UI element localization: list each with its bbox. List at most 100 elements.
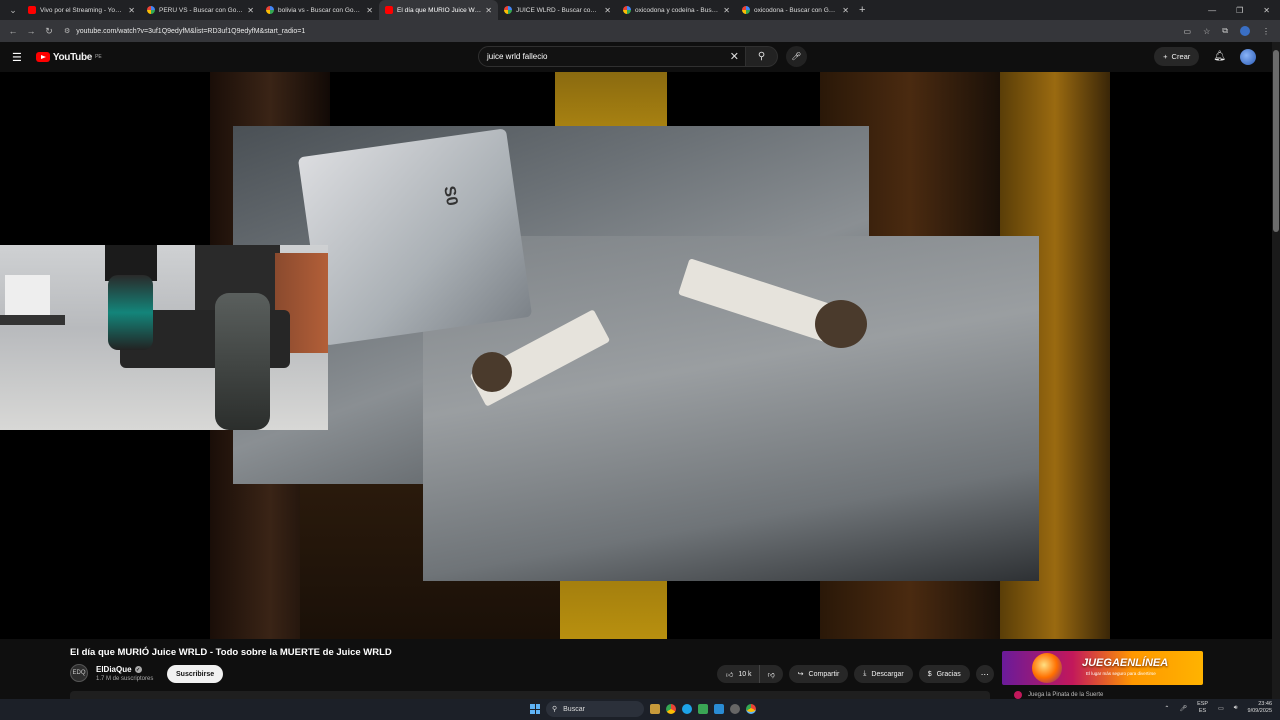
taskbar-center: ⚲ Buscar (530, 701, 756, 717)
create-button[interactable]: + Crear (1154, 47, 1200, 66)
google-icon (147, 6, 155, 14)
new-tab-icon[interactable]: + (859, 4, 865, 16)
close-tab-icon[interactable]: ✕ (485, 6, 492, 15)
voice-search-button[interactable]: 🎤︎ (786, 46, 807, 67)
account-avatar[interactable] (1240, 48, 1256, 65)
url-field[interactable]: ⚙ youtube.com/watch?v=3uf1Q9edyfM&list=R… (64, 27, 306, 36)
webcam-overlay (0, 245, 328, 430)
ad-orb-graphic (1032, 653, 1062, 683)
file-explorer-icon[interactable] (650, 704, 660, 714)
verified-check-icon: ✓ (134, 666, 142, 673)
chrome-icon[interactable] (666, 704, 676, 714)
clock[interactable]: 23:46 9/09/2025 (1248, 701, 1272, 715)
webcam-cabinet (5, 275, 50, 315)
notifications-bell-icon[interactable]: 🔔︎ (1213, 51, 1226, 62)
reload-icon[interactable]: ↻ (40, 26, 58, 37)
browser-tab-strip: ⌄ Vivo por el Streaming - YouTube ✕ PERU… (0, 0, 1280, 20)
thanks-label: Gracias (936, 670, 961, 678)
thumbs-up-icon: 👍︎ (726, 671, 734, 679)
ad-subtitle: El lugar más seguro para divertirse (1086, 671, 1156, 676)
menu-dots-icon[interactable]: ⋮ (1262, 27, 1270, 36)
app-icon[interactable] (714, 704, 724, 714)
edge-icon[interactable] (682, 704, 692, 714)
restore-icon[interactable]: ❐ (1236, 6, 1243, 15)
google-icon (623, 6, 631, 14)
description-box[interactable] (70, 691, 990, 699)
microphone-icon: 🎤︎ (791, 52, 802, 61)
ad-banner[interactable]: JUEGAENLÍNEA El lugar más seguro para di… (1002, 651, 1203, 685)
taskbar-search[interactable]: ⚲ Buscar (546, 701, 644, 717)
extensions-icon[interactable]: ⧉ (1222, 26, 1228, 36)
youtube-logo[interactable]: YouTube PE (35, 51, 102, 63)
cigarette-ash (815, 300, 867, 348)
volume-icon[interactable]: 🔊︎ (1234, 705, 1238, 712)
search-query: juice wrld fallecio (487, 52, 548, 61)
browser-tab[interactable]: oxicodona y codeína - Buscar con Google … (617, 0, 736, 20)
like-button[interactable]: 👍︎ 10 k (717, 665, 759, 683)
minimize-icon[interactable]: — (1208, 6, 1216, 15)
more-actions-icon[interactable]: ⋯ (975, 665, 994, 683)
scrollbar-thumb[interactable] (1273, 50, 1279, 232)
close-tab-icon[interactable]: ✕ (842, 6, 849, 15)
chrome-active-icon[interactable] (746, 704, 756, 714)
back-icon[interactable]: ← (4, 26, 22, 36)
video-actions: 👍︎ 10 k 👎︎ ↪ Compartir ⤓ Descargar $ Gra… (717, 665, 994, 683)
settings-gear-icon[interactable] (730, 704, 740, 714)
hamburger-menu-icon[interactable]: ☰ (12, 51, 22, 64)
browser-tab[interactable]: Vivo por el Streaming - YouTube ✕ (22, 0, 141, 20)
windows-taskbar: ⚲ Buscar ⌃ 🎤︎ ESP ES ▭ 🔊︎ 23:46 9/09/202… (0, 699, 1280, 720)
language-indicator[interactable]: ESP ES (1197, 701, 1208, 715)
ad-row[interactable]: Juega la Pinata de la Suerte (1002, 691, 1203, 699)
browser-tab-active[interactable]: El día que MURIÓ Juice WRLD ✕ (379, 0, 498, 20)
cast-icon[interactable]: ▭ (1184, 27, 1192, 36)
google-icon (504, 6, 512, 14)
bookmark-star-icon[interactable]: ☆ (1203, 27, 1210, 36)
tab-title: Vivo por el Streaming - YouTube (40, 6, 125, 14)
country-code: PE (95, 53, 102, 60)
close-window-icon[interactable]: ✕ (1263, 6, 1270, 15)
browser-tab[interactable]: bolivia vs - Buscar con Google ✕ (260, 0, 379, 20)
crumpled-paper (297, 128, 533, 346)
youtube-header: ☰ YouTube PE juice wrld fallecio ✕ ⚲ 🎤︎ … (0, 42, 1280, 72)
microphone-icon[interactable]: 🎤︎ (1179, 705, 1187, 712)
browser-tab[interactable]: oxicodona - Buscar con Google ✕ (736, 0, 855, 20)
forward-icon[interactable]: → (22, 26, 40, 36)
channel-name-row[interactable]: ElDiaQue ✓ (96, 665, 142, 674)
browser-tab[interactable]: PERU VS - Buscar con Google ✕ (141, 0, 260, 20)
search-bar: juice wrld fallecio ✕ ⚲ 🎤︎ (478, 46, 807, 67)
youtube-icon (28, 6, 36, 14)
close-tab-icon[interactable]: ✕ (723, 6, 730, 15)
profile-avatar[interactable] (1240, 26, 1250, 36)
clear-search-icon[interactable]: ✕ (730, 50, 739, 63)
subscribe-button[interactable]: Suscribirse (167, 665, 224, 683)
channel-name: ElDiaQue (96, 665, 132, 674)
site-info-icon[interactable]: ⚙ (64, 27, 70, 35)
share-button[interactable]: ↪ Compartir (788, 665, 849, 683)
thanks-button[interactable]: $ Gracias (918, 665, 970, 683)
close-tab-icon[interactable]: ✕ (247, 6, 254, 15)
youtube-wordmark: YouTube (52, 51, 93, 63)
ad-row-text: Juega la Pinata de la Suerte (1028, 692, 1104, 698)
channel-avatar[interactable]: EDQ (70, 664, 88, 682)
close-tab-icon[interactable]: ✕ (366, 6, 373, 15)
windows-start-icon[interactable] (530, 704, 540, 714)
close-tab-icon[interactable]: ✕ (604, 6, 611, 15)
dislike-button[interactable]: 👎︎ (758, 665, 783, 683)
search-icon: ⚲ (757, 51, 766, 62)
plus-icon: + (1163, 52, 1168, 61)
chevron-up-icon[interactable]: ⌃ (1164, 705, 1169, 712)
network-icon[interactable]: ▭ (1218, 705, 1224, 712)
search-icon: ⚲ (552, 706, 558, 713)
close-tab-icon[interactable]: ✕ (128, 6, 135, 15)
url-text: youtube.com/watch?v=3uf1Q9edyfM&list=RD3… (76, 27, 306, 35)
xbox-icon[interactable] (698, 704, 708, 714)
video-player[interactable]: S0 (0, 72, 1272, 639)
download-button[interactable]: ⤓ Descargar (854, 665, 913, 683)
search-button[interactable]: ⚲ (746, 46, 778, 67)
page-scrollbar[interactable] (1272, 42, 1280, 699)
super-thanks-icon: $ (927, 670, 932, 678)
browser-tab[interactable]: JUICE WLRD - Buscar con Google ✕ (498, 0, 617, 20)
tab-search-icon[interactable]: ⌄ (4, 3, 22, 17)
google-icon (742, 6, 750, 14)
search-input[interactable]: juice wrld fallecio ✕ (478, 46, 746, 67)
